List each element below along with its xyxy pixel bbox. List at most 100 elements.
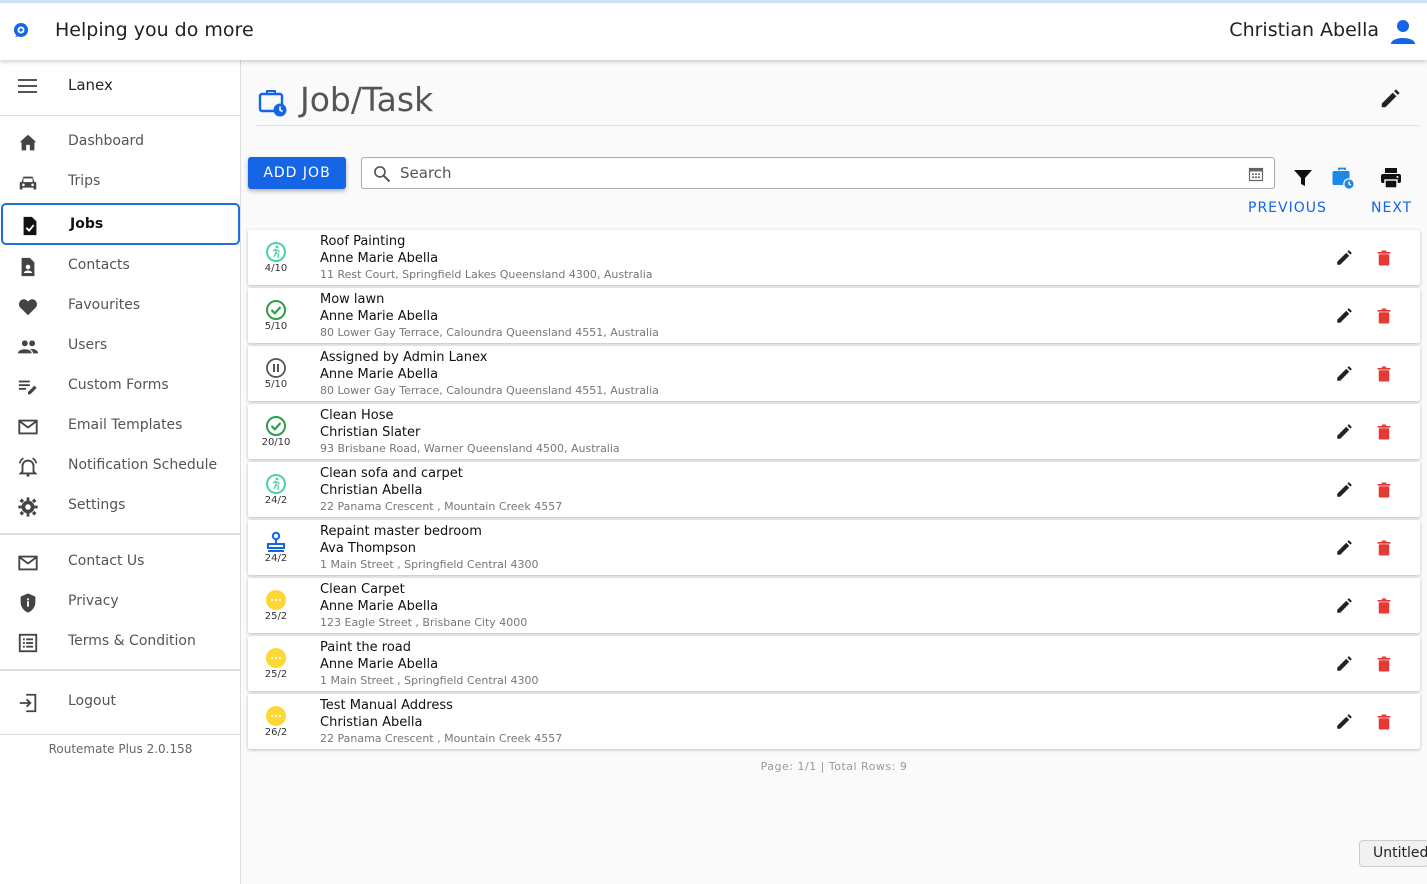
sidebar-item-users[interactable]: Users — [0, 326, 241, 366]
edit-icon[interactable] — [1335, 655, 1353, 673]
job-address: 80 Lower Gay Terrace, Caloundra Queensla… — [320, 384, 659, 397]
taskbar-tab[interactable]: Untitled — [1359, 840, 1427, 867]
edit-icon[interactable] — [1335, 365, 1353, 383]
delete-icon[interactable] — [1375, 713, 1393, 731]
job-date: 26/2 — [264, 727, 288, 738]
sidebar-item-label: Logout — [68, 693, 116, 709]
hamburger-menu-icon[interactable] — [17, 76, 39, 96]
edit-icon[interactable] — [1335, 539, 1353, 557]
job-address: 22 Panama Crescent , Mountain Creek 4557 — [320, 732, 563, 745]
job-row[interactable]: 5/10 Assigned by Admin Lanex Anne Marie Ab… — [248, 346, 1420, 401]
job-row[interactable]: 26/2 Test Manual Address Christian Abella 2… — [248, 694, 1420, 749]
sidebar-divider — [0, 669, 241, 671]
sidebar-item-favourites[interactable]: Favourites — [0, 286, 241, 326]
add-job-button[interactable]: ADD JOB — [248, 157, 346, 189]
user-name[interactable]: Christian Abella — [1229, 19, 1379, 41]
job-assignee: Christian Abella — [320, 715, 423, 730]
sidebar-item-label: Notification Schedule — [68, 457, 218, 473]
delete-icon[interactable] — [1375, 597, 1393, 615]
delete-icon[interactable] — [1375, 481, 1393, 499]
job-assignee: Christian Slater — [320, 425, 421, 440]
search-input[interactable] — [400, 162, 1220, 184]
job-row[interactable]: 5/10 Mow lawn Anne Marie Abella 80 Lower Ga… — [248, 288, 1420, 343]
job-status-pending-icon — [264, 588, 288, 612]
sidebar-divider — [0, 734, 241, 735]
sidebar-item-label: Dashboard — [68, 133, 144, 149]
job-schedule-icon[interactable] — [1331, 166, 1355, 190]
sidebar-item-label: Contact Us — [68, 553, 145, 569]
sidebar-item-label: Users — [68, 337, 108, 353]
job-status-paused-icon — [264, 356, 288, 380]
pagination-info: Page: 1/1 | Total Rows: 9 — [760, 760, 908, 773]
job-date: 25/2 — [264, 669, 288, 680]
page-title: Job/Task — [300, 80, 434, 119]
edit-icon[interactable] — [1335, 597, 1353, 615]
job-row[interactable]: 24/2 Clean sofa and carpet Christian Abell… — [248, 462, 1420, 517]
job-assignee: Ava Thompson — [320, 541, 416, 556]
job-title: Mow lawn — [320, 292, 385, 307]
job-date: 24/2 — [264, 553, 288, 564]
edit-icon[interactable] — [1335, 481, 1353, 499]
job-assignee: Anne Marie Abella — [320, 251, 439, 266]
delete-icon[interactable] — [1375, 307, 1393, 325]
print-icon[interactable] — [1379, 166, 1403, 190]
sidebar-item-trips[interactable]: Trips — [0, 162, 241, 202]
delete-icon[interactable] — [1375, 655, 1393, 673]
mail-icon — [18, 555, 38, 571]
account-icon[interactable] — [1387, 16, 1419, 48]
edit-icon[interactable] — [1335, 423, 1353, 441]
sidebar-item-email-templates[interactable]: Email Templates — [0, 406, 241, 446]
job-address: 80 Lower Gay Terrace, Caloundra Queensla… — [320, 326, 659, 339]
edit-icon[interactable] — [1335, 713, 1353, 731]
gear-icon — [18, 497, 38, 517]
app-bar: Helping you do more Christian Abella — [0, 3, 1427, 60]
job-assignee: Anne Marie Abella — [320, 657, 439, 672]
sidebar-header: Lanex — [0, 60, 240, 116]
sidebar-item-settings[interactable]: Settings — [0, 486, 241, 526]
delete-icon[interactable] — [1375, 249, 1393, 267]
edit-icon[interactable] — [1335, 249, 1353, 267]
edit-icon[interactable] — [1379, 88, 1401, 110]
delete-icon[interactable] — [1375, 539, 1393, 557]
search-field[interactable] — [361, 157, 1275, 189]
delete-icon[interactable] — [1375, 365, 1393, 383]
job-status-completed-icon — [264, 298, 288, 322]
sidebar-item-custom-forms[interactable]: Custom Forms — [0, 366, 241, 406]
job-date: 24/2 — [264, 495, 288, 506]
sidebar-item-logout[interactable]: Logout — [0, 682, 241, 722]
shield-icon — [20, 593, 36, 613]
sidebar-item-notification-schedule[interactable]: Notification Schedule — [0, 446, 241, 486]
edit-icon[interactable] — [1335, 307, 1353, 325]
previous-page-button[interactable]: PREVIOUS — [1248, 200, 1327, 216]
job-row[interactable]: 20/10 Clean Hose Christian Slater 93 Brisba… — [248, 404, 1420, 459]
sidebar-item-dashboard[interactable]: Dashboard — [0, 122, 241, 162]
sidebar-item-label: Email Templates — [68, 417, 183, 433]
job-task-icon — [258, 90, 287, 117]
calendar-icon[interactable] — [1248, 166, 1264, 182]
sidebar-item-terms[interactable]: Terms & Condition — [0, 622, 241, 662]
filter-icon[interactable] — [1291, 166, 1315, 190]
delete-icon[interactable] — [1375, 423, 1393, 441]
sidebar-item-contacts[interactable]: Contacts — [0, 246, 241, 286]
job-row[interactable]: 4/10 Roof Painting Anne Marie Abella 11 Res… — [248, 230, 1420, 285]
job-address: 1 Main Street , Springfield Central 4300 — [320, 674, 539, 687]
job-row[interactable]: 25/2 Paint the road Anne Marie Abella 1 Mai… — [248, 636, 1420, 691]
job-assignee: Anne Marie Abella — [320, 367, 439, 382]
sidebar-item-privacy[interactable]: Privacy — [0, 582, 241, 622]
sidebar: Lanex Dashboard Trips Jobs Contacts Favo… — [0, 60, 241, 884]
job-title: Clean Carpet — [320, 582, 405, 597]
job-status-pending-icon — [264, 704, 288, 728]
sidebar-item-label: Custom Forms — [68, 377, 169, 393]
next-page-button[interactable]: NEXT — [1371, 200, 1412, 216]
sidebar-item-jobs[interactable]: Jobs — [1, 203, 240, 245]
job-date: 4/10 — [264, 263, 288, 274]
job-title: Roof Painting — [320, 234, 406, 249]
sidebar-item-label: Contacts — [68, 257, 130, 273]
job-title: Clean sofa and carpet — [320, 466, 463, 481]
job-row[interactable]: 25/2 Clean Carpet Anne Marie Abella 123 Eag… — [248, 578, 1420, 633]
job-row[interactable]: 24/2 Repaint master bedroom Ava Thompson 1 … — [248, 520, 1420, 575]
app-logo-icon[interactable] — [11, 21, 31, 41]
search-icon — [374, 166, 391, 183]
job-assignee: Christian Abella — [320, 483, 423, 498]
sidebar-item-contact-us[interactable]: Contact Us — [0, 542, 241, 582]
